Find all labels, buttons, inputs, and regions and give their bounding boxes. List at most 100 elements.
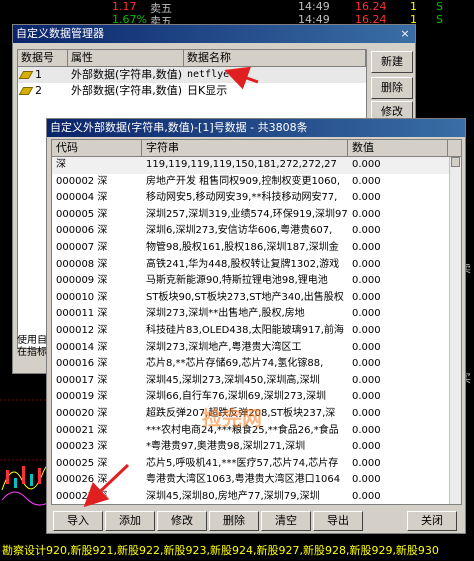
sector-ticker: 勘察设计920,新股921,新股922,新股923,新股924,新股927,新股… — [0, 541, 474, 561]
code-cell: 000002 深 — [56, 175, 108, 187]
table-row[interactable]: 000002 深 房地产开发 租售同权909,控制权变更1060, 0.000 — [52, 174, 461, 191]
pencil-icon — [18, 87, 34, 95]
value-cell: 0.000 — [352, 275, 381, 287]
code-cell: 000008 深 — [56, 258, 108, 270]
code-cell: 000023 深 — [56, 441, 108, 453]
value-cell: 0.000 — [352, 258, 381, 270]
table-header: 数据号 属性 数据名称 — [18, 50, 366, 67]
dialog-title: 自定义外部数据(字符串,数值)-[1]号数据 - 共3808条 — [50, 121, 308, 134]
code-cell: 000025 深 — [56, 457, 108, 469]
export-button[interactable]: 导出 — [313, 511, 363, 531]
value-cell: 0.000 — [352, 457, 381, 469]
column-header[interactable]: 代码 — [52, 140, 142, 156]
value-cell: 0.000 — [352, 208, 381, 220]
table-row[interactable]: 000012 深 科技硅片83,OLED438,太阳能玻璃917,前海 0.000 — [52, 323, 461, 340]
delete-button[interactable]: 删除 — [209, 511, 259, 531]
string-cell: *粤港贵97,奥港贵98,深圳271,深圳 — [146, 441, 306, 453]
import-button[interactable]: 导入 — [53, 511, 103, 531]
table-row[interactable]: 000025 深 芯片5,呼吸机41,***医疗57,芯片74,芯片存 0.000 — [52, 456, 461, 473]
column-header[interactable]: 数据号 — [18, 50, 68, 66]
table-row[interactable]: 2 外部数据(字符串,数值) 日K显示 — [18, 83, 366, 99]
external-data-dialog: 自定义外部数据(字符串,数值)-[1]号数据 - 共3808条 代码 字符串 数… — [46, 118, 466, 534]
string-cell: 科技硅片83,OLED438,太阳能玻璃917,前海 — [146, 324, 344, 336]
string-cell: 119,119,119,119,150,181,272,272,27 — [146, 159, 337, 170]
table-row[interactable]: 000020 深 超跌反弹207,超跌反弹208,ST板块237,深 0.000 — [52, 406, 461, 423]
table-row[interactable]: 000005 深 深圳257,深圳319,业绩574,环保919,深圳97 0.00… — [52, 207, 461, 224]
code-cell: 000004 深 — [56, 192, 108, 204]
value-cell: 0.000 — [352, 441, 381, 453]
string-cell: 房地产开发 租售同权909,控制权变更1060, — [146, 175, 341, 187]
value-cell: 0.000 — [352, 324, 381, 336]
dialog-titlebar[interactable]: 自定义数据管理器 × — [13, 25, 415, 43]
external-data-table: 代码 字符串 数值 深 119,119,119,119,150,181,272,2… — [51, 139, 462, 505]
code-cell: 000011 深 — [56, 308, 108, 320]
code-cell: 000007 深 — [56, 241, 108, 253]
code-cell: 深 — [56, 159, 66, 170]
code-cell: 000012 深 — [56, 324, 108, 336]
code-cell: 000021 深 — [56, 424, 108, 436]
string-cell: 高铁241,华为448,股权转让复牌1302,游戏 — [146, 258, 340, 270]
dialog-title: 自定义数据管理器 — [16, 27, 104, 40]
code-cell: 000016 深 — [56, 358, 108, 370]
code-cell: 000005 深 — [56, 208, 108, 220]
table-row[interactable]: 000008 深 高铁241,华为448,股权转让复牌1302,游戏 0.000 — [52, 257, 461, 274]
string-cell: ***农村电商24,***粮食25,**食品26,*食品 — [146, 424, 339, 436]
string-cell: 深圳273,深圳地产,粤港贵大湾区工 — [146, 341, 302, 353]
value-cell: 0.000 — [352, 490, 381, 502]
table-row[interactable]: 000011 深 深圳273,深圳**出售地产,股权,房地 0.000 — [52, 306, 461, 323]
table-row[interactable]: 1 外部数据(字符串,数值) netflyercn — [18, 67, 366, 83]
table-row[interactable]: 深 119,119,119,119,150,181,272,272,27 0.000 — [52, 157, 461, 174]
data-name-cell: netflyercn — [187, 69, 248, 80]
delete-button[interactable]: 删除 — [371, 77, 413, 99]
table-row[interactable]: 000006 深 深圳6,深圳273,安信访华606,粤港贵607, 0.000 — [52, 223, 461, 240]
table-body: 深 119,119,119,119,150,181,272,272,27 0.000… — [52, 157, 461, 504]
string-cell: 深圳273,深圳**出售地产,股权,房地 — [146, 308, 305, 320]
value-cell: 0.000 — [352, 159, 381, 170]
dialog-titlebar[interactable]: 自定义外部数据(字符串,数值)-[1]号数据 - 共3808条 — [47, 119, 465, 137]
modify-button[interactable]: 修改 — [157, 511, 207, 531]
string-cell: 深圳45,深圳273,深圳450,深圳高,深圳 — [146, 374, 320, 386]
close-icon[interactable]: × — [398, 27, 412, 40]
table-row[interactable]: 000027 深 深圳45,深圳80,房地产77,深圳79,深圳 0.000 — [52, 489, 461, 504]
clear-button[interactable]: 清空 — [261, 511, 311, 531]
column-header[interactable]: 属性 — [68, 50, 184, 66]
code-cell: 000010 深 — [56, 291, 108, 303]
string-cell: 深圳6,深圳273,安信访华606,粤港贵607, — [146, 225, 333, 237]
trade-volume: 1 — [410, 0, 417, 13]
code-cell: 000009 深 — [56, 275, 108, 287]
string-cell: 深圳257,深圳319,业绩574,环保919,深圳97 — [146, 208, 348, 220]
column-header[interactable]: 数据名称 — [184, 50, 366, 66]
column-header[interactable]: 数值 — [348, 140, 448, 156]
data-name-cell: 日K显示 — [187, 84, 228, 97]
value-cell: 0.000 — [352, 374, 381, 386]
table-row[interactable]: 000016 深 芯片8,**芯片存储69,芯片74,氢化镓88, 0.000 — [52, 356, 461, 373]
value-cell: 0.000 — [352, 391, 381, 403]
code-cell: 000019 深 — [56, 391, 108, 403]
table-row[interactable]: 000026 深 粤港贵大湾区1063,粤港贵大湾区港口1064 0.000 — [52, 472, 461, 489]
vertical-scrollbar[interactable] — [449, 157, 461, 504]
add-button[interactable]: 添加 — [105, 511, 155, 531]
table-row[interactable]: 000019 深 深圳66,自行车76,深圳69,深圳273,深圳 0.000 — [52, 389, 461, 406]
value-cell: 0.000 — [352, 225, 381, 237]
table-row[interactable]: 000023 深 *粤港贵97,奥港贵98,深圳271,深圳 0.000 — [52, 439, 461, 456]
column-header[interactable]: 字符串 — [142, 140, 348, 156]
table-row[interactable]: 000007 深 物管98,股权161,股权186,深圳187,深圳金 0.000 — [52, 240, 461, 257]
table-row[interactable]: 000014 深 深圳273,深圳地产,粤港贵大湾区工 0.000 — [52, 340, 461, 357]
table-row[interactable]: 000010 深 ST板块90,ST板块273,ST地产340,出售股权 0.000 — [52, 290, 461, 307]
table-row[interactable]: 000009 深 马斯克新能源90,特斯拉锂电池98,锂电池 0.000 — [52, 273, 461, 290]
table-row[interactable]: 000017 深 深圳45,深圳273,深圳450,深圳高,深圳 0.000 — [52, 373, 461, 390]
value-cell: 0.000 — [352, 358, 381, 370]
scrollbar-thumb[interactable] — [451, 157, 460, 167]
new-button[interactable]: 新建 — [371, 51, 413, 73]
value-cell: 0.000 — [352, 241, 381, 253]
string-cell: 粤港贵大湾区1063,粤港贵大湾区港口1064 — [146, 474, 341, 486]
code-cell: 000014 深 — [56, 341, 108, 353]
value-cell: 0.000 — [352, 291, 381, 303]
data-id-cell: 2 — [18, 83, 68, 99]
table-row[interactable]: 000004 深 移动网安5,移动网安39,**科技移动网安77, 0.000 — [52, 190, 461, 207]
close-button[interactable]: 关闭 — [407, 511, 457, 531]
value-cell: 0.000 — [352, 341, 381, 353]
table-row[interactable]: 000021 深 ***农村电商24,***粮食25,**食品26,*食品 0.00… — [52, 423, 461, 440]
string-cell: 深圳66,自行车76,深圳69,深圳273,深圳 — [146, 391, 326, 403]
code-cell: 000027 深 — [56, 490, 108, 502]
